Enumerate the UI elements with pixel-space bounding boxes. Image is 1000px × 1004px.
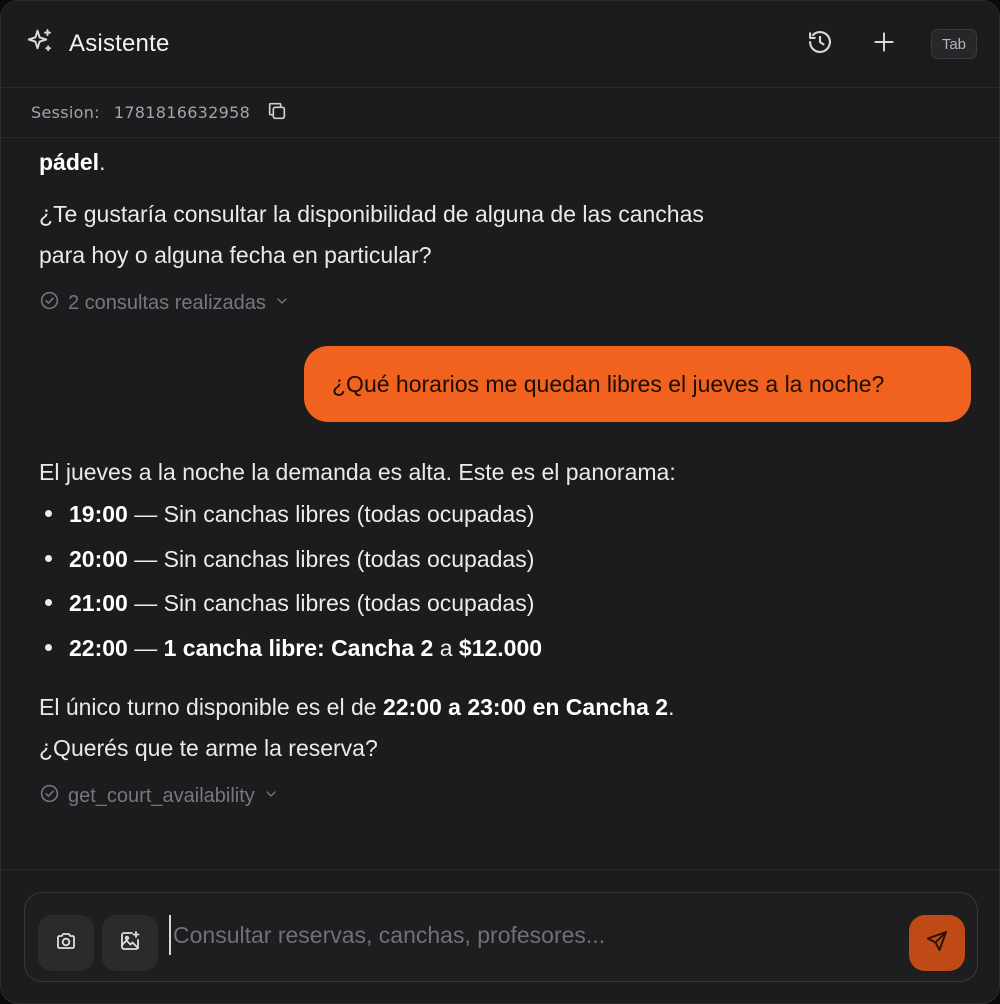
check-circle-icon	[39, 783, 60, 810]
slot-time: 20:00	[69, 546, 128, 572]
plus-icon	[871, 29, 897, 60]
assistant-intro: El jueves a la noche la demanda es alta.…	[39, 459, 676, 485]
slot-price: $12.000	[458, 635, 543, 661]
session-id: 1781816632958	[113, 103, 251, 122]
tool-call-toggle[interactable]: get_court_availability	[39, 783, 279, 810]
chevron-down-icon	[263, 785, 279, 808]
punctuation: .	[99, 149, 106, 175]
send-icon	[925, 929, 949, 958]
check-circle-icon	[39, 290, 60, 317]
title-group: Asistente	[25, 27, 170, 62]
user-message-text: ¿Qué horarios me quedan libres el jueves…	[332, 370, 885, 397]
session-bar: Session: 1781816632958	[1, 88, 999, 138]
slot-separator: —	[127, 590, 164, 616]
history-button[interactable]	[799, 23, 841, 65]
image-plus-icon	[118, 929, 142, 958]
message-input[interactable]	[169, 915, 899, 955]
slot-description: Sin canchas libres (todas ocupadas)	[163, 546, 535, 572]
tool-calls-toggle[interactable]: 2 consultas realizadas	[39, 290, 290, 317]
attach-image-button[interactable]	[102, 915, 158, 971]
slot-description: Sin canchas libres (todas ocupadas)	[163, 590, 535, 616]
bullet-dot	[45, 643, 52, 651]
session-label: Session:	[31, 103, 100, 122]
tab-shortcut-badge: Tab	[930, 29, 977, 59]
copy-session-button[interactable]	[264, 100, 290, 126]
composer-area	[1, 869, 999, 1003]
bullet-dot	[45, 509, 52, 517]
assistant-followup: ¿Querés que te arme la reserva?	[39, 735, 378, 761]
user-message-bubble: ¿Qué horarios me quedan libres el jueves…	[304, 346, 971, 422]
slot-time: 21:00	[69, 590, 128, 616]
camera-button[interactable]	[38, 915, 94, 971]
send-button[interactable]	[909, 915, 965, 971]
sparkles-icon	[25, 27, 55, 62]
summary-highlight: 22:00 a 23:00 en Cancha 2	[382, 694, 669, 720]
bold-text: pádel	[39, 149, 100, 175]
slot-description: Sin canchas libres (todas ocupadas)	[163, 501, 535, 527]
assistant-panel: Asistente Tab Session: 1781816632958 pád…	[0, 0, 1000, 1004]
tool-calls-label: 2 consultas realizadas	[68, 292, 266, 314]
header-actions: Tab	[799, 23, 977, 65]
assistant-question-line-1: ¿Te gustaría consultar la disponibilidad…	[39, 201, 704, 227]
camera-icon	[54, 929, 78, 958]
history-icon	[806, 28, 834, 61]
bullet-dot	[45, 598, 52, 606]
message-list[interactable]: pádel. ¿Te gustaría consultar la disponi…	[1, 139, 999, 869]
composer	[24, 892, 978, 982]
slot-separator: —	[127, 546, 164, 572]
summary-suffix: .	[668, 694, 675, 720]
tool-call-label: get_court_availability	[68, 785, 255, 807]
header: Asistente Tab	[1, 1, 999, 88]
slot-separator: —	[127, 635, 164, 661]
list-item: 21:00 — Sin canchas libres (todas ocupad…	[39, 590, 534, 617]
list-item: 22:00 — 1 cancha libre: Cancha 2 a $12.0…	[39, 635, 542, 662]
slot-description: 1 cancha libre: Cancha 2	[163, 635, 434, 661]
assistant-message-fragment: pádel.	[39, 142, 105, 183]
slot-connector: a	[433, 635, 459, 661]
list-item: 19:00 — Sin canchas libres (todas ocupad…	[39, 501, 534, 528]
slot-time: 22:00	[69, 635, 128, 661]
summary-prefix: El único turno disponible es el de	[39, 694, 383, 720]
bullet-dot	[45, 554, 52, 562]
slot-separator: —	[127, 501, 164, 527]
list-item: 20:00 — Sin canchas libres (todas ocupad…	[39, 546, 534, 573]
copy-icon	[266, 100, 288, 126]
assistant-question-line-2: para hoy o alguna fecha en particular?	[39, 242, 432, 268]
chevron-down-icon	[274, 292, 290, 315]
assistant-summary: El único turno disponible es el de 22:00…	[39, 687, 674, 728]
page-title: Asistente	[69, 30, 170, 57]
slot-time: 19:00	[69, 501, 128, 527]
new-chat-button[interactable]	[863, 23, 905, 65]
